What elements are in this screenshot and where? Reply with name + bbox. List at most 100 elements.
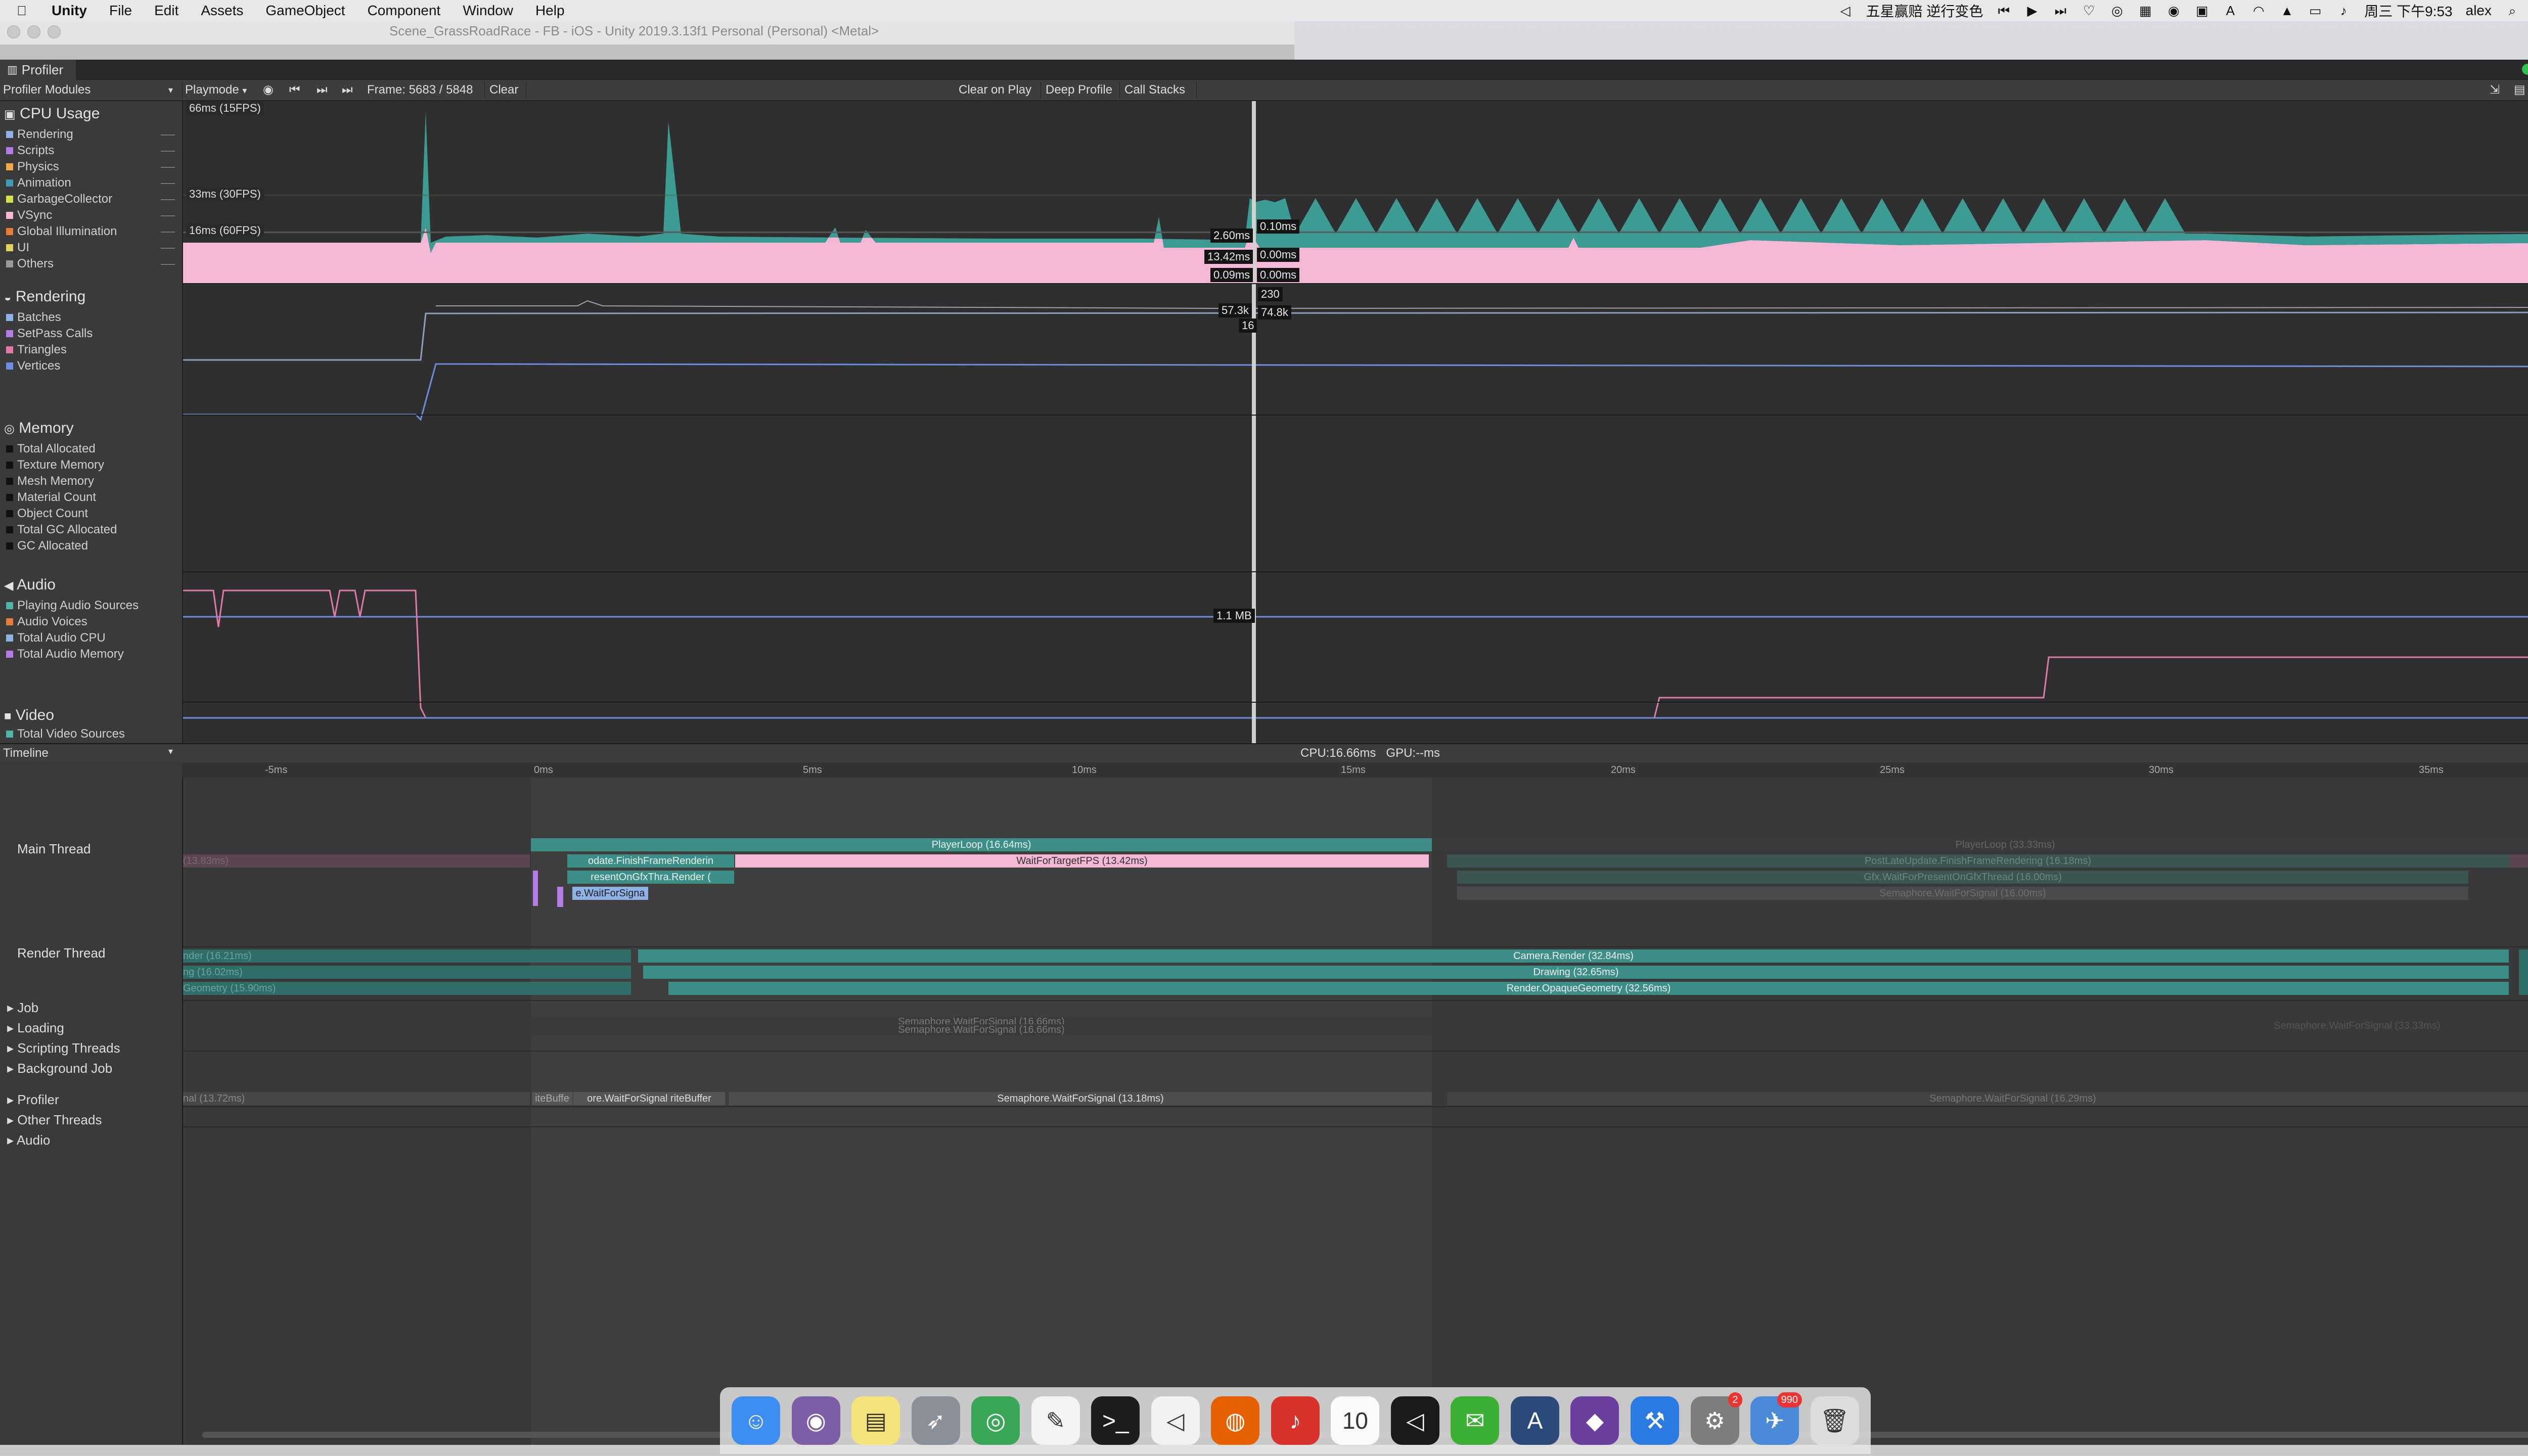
- trash-icon[interactable]: 🗑: [1810, 1396, 1859, 1445]
- group-scripting-threads[interactable]: ▸ Scripting Threads: [7, 1040, 120, 1056]
- render-left-bar-3[interactable]: Geometry (15.90ms): [183, 982, 631, 995]
- instruments-icon[interactable]: A: [1510, 1396, 1559, 1445]
- wechat-icon[interactable]: ✉: [1451, 1396, 1500, 1445]
- xcode-icon[interactable]: ⚒: [1630, 1396, 1679, 1445]
- group-background-job[interactable]: ▸ Background Job: [7, 1061, 112, 1076]
- legend-total-video-sources[interactable]: Total Video Sources: [6, 727, 125, 741]
- zoom-button[interactable]: [48, 25, 61, 38]
- menu-assets[interactable]: Assets: [201, 3, 243, 19]
- launchpad-icon[interactable]: ➶: [911, 1396, 960, 1445]
- battery-icon[interactable]: ▭: [2308, 3, 2323, 18]
- visual-studio-icon[interactable]: ◆: [1570, 1396, 1619, 1445]
- playerloop-bar[interactable]: PlayerLoop (16.64ms): [531, 838, 1432, 851]
- finder-icon[interactable]: ☺: [732, 1396, 781, 1445]
- notes-icon[interactable]: ▤: [851, 1396, 900, 1445]
- timeline-area[interactable]: PlayerLoop (16.64ms) PlayerLoop (33.33ms…: [183, 778, 2528, 1445]
- firefox-icon[interactable]: ◍: [1211, 1396, 1260, 1445]
- chrome-icon[interactable]: ◎: [971, 1396, 1020, 1445]
- user-name[interactable]: alex: [2466, 3, 2492, 19]
- present-gfx-bar[interactable]: resentOnGfxThra.Render (: [567, 871, 734, 884]
- scripts-marker[interactable]: [557, 887, 563, 907]
- thread-render[interactable]: Render Thread: [17, 945, 105, 961]
- airplay-icon[interactable]: ▲: [2279, 3, 2294, 18]
- record-button[interactable]: ◉: [263, 80, 274, 100]
- save-icon[interactable]: ▤: [2514, 80, 2525, 100]
- minimize-button[interactable]: [27, 25, 40, 38]
- grid-icon[interactable]: ▦: [2138, 3, 2153, 18]
- textedit-icon[interactable]: ✎: [1031, 1396, 1080, 1445]
- load-icon[interactable]: ⇲: [2490, 80, 2500, 100]
- profiler-semaphore-bar[interactable]: Semaphore.WaitForSignal (13.18ms): [729, 1092, 1432, 1105]
- gfx-wait-present-bar[interactable]: Gfx.WaitForPresentOnGfxThread (16.00ms): [1457, 871, 2468, 884]
- heart-icon[interactable]: ♡: [2081, 3, 2096, 18]
- post-late-update-bar[interactable]: PostLateUpdate.FinishFrameRendering (16.…: [1447, 854, 2509, 868]
- next-frame-button[interactable]: ⏭: [317, 80, 328, 100]
- finish-frame-rendering-bar[interactable]: odate.FinishFrameRenderin: [567, 854, 734, 868]
- menu-component[interactable]: Component: [368, 3, 441, 19]
- unity-collab-icon[interactable]: ◁: [1838, 3, 1853, 18]
- unity-icon[interactable]: ◁: [1390, 1396, 1439, 1445]
- deep-profile-toggle[interactable]: Deep Profile: [1046, 80, 1112, 100]
- now-playing-text[interactable]: 五星赢赔 逆行变色: [1866, 1, 1983, 21]
- menu-window[interactable]: Window: [463, 3, 513, 19]
- timeline-ruler[interactable]: -5ms 0ms 5ms 10ms 15ms 20ms 25ms 30ms 35…: [182, 762, 2528, 778]
- wait-for-target-fps-bar[interactable]: WaitForTargetFPS (13.42ms): [735, 854, 1429, 868]
- render-left-bar-1[interactable]: nder (16.21ms): [183, 949, 631, 963]
- group-profiler[interactable]: ▸ Profiler: [7, 1092, 59, 1108]
- call-stacks-toggle[interactable]: Call Stacks: [1124, 80, 1185, 100]
- render-right-bar[interactable]: [2519, 949, 2528, 995]
- window-green-dot[interactable]: [2522, 64, 2528, 75]
- calendar-icon[interactable]: 10: [1331, 1396, 1380, 1445]
- playmode-dropdown[interactable]: Playmode ▾: [185, 80, 247, 100]
- wait-for-signal-bar[interactable]: e.WaitForSigna: [572, 887, 648, 900]
- clear-on-play-toggle[interactable]: Clear on Play: [959, 80, 1031, 100]
- profiler-modules-dropdown[interactable]: Profiler Modules ▾: [3, 80, 177, 100]
- clock-text[interactable]: 周三 下午9:53: [2364, 1, 2452, 21]
- status-square-icon[interactable]: ▣: [2194, 3, 2209, 18]
- clear-button[interactable]: Clear: [489, 80, 518, 100]
- text-input-icon[interactable]: A: [2223, 3, 2238, 18]
- group-audio[interactable]: ▸ Audio: [7, 1132, 50, 1148]
- prev-frame-bar[interactable]: (13.83ms): [183, 854, 530, 868]
- current-frame-button[interactable]: ⏭: [342, 80, 353, 100]
- drawing-bar[interactable]: Drawing (32.65ms): [643, 966, 2509, 979]
- close-button[interactable]: [7, 25, 20, 38]
- profiler-left-bar[interactable]: nal (13.72ms): [183, 1092, 530, 1105]
- github-icon[interactable]: ◉: [791, 1396, 840, 1445]
- menu-gameobject[interactable]: GameObject: [265, 3, 345, 19]
- group-job[interactable]: ▸ Job: [7, 1000, 38, 1016]
- profiler-write-buffer-bar[interactable]: iteBuffe: [532, 1092, 572, 1105]
- menu-unity[interactable]: Unity: [52, 3, 87, 19]
- menu-help[interactable]: Help: [535, 3, 565, 19]
- camera-render-bar[interactable]: Camera.Render (32.84ms): [638, 949, 2509, 963]
- previous-track-icon[interactable]: ⏮: [1996, 3, 2011, 18]
- menu-file[interactable]: File: [109, 3, 132, 19]
- status-app-icon[interactable]: ◎: [2109, 3, 2125, 18]
- scripts-marker[interactable]: [533, 871, 538, 906]
- volume-icon[interactable]: ♪: [2336, 3, 2351, 18]
- group-other-threads[interactable]: ▸ Other Threads: [7, 1112, 102, 1128]
- render-left-bar-2[interactable]: ng (16.02ms): [183, 966, 631, 979]
- selected-frame-cursor[interactable]: [1252, 101, 1256, 743]
- semaphore-wait-bar[interactable]: Semaphore.WaitForSignal (16.00ms): [1457, 887, 2468, 900]
- loading-semaphore-bar[interactable]: Semaphore.WaitForSignal (33.33ms): [2205, 1020, 2509, 1031]
- thread-main[interactable]: Main Thread: [17, 841, 91, 857]
- loading-semaphore-bar[interactable]: Semaphore.WaitForSignal (16.66ms): [531, 1024, 1432, 1035]
- terminal-icon[interactable]: >_: [1091, 1396, 1140, 1445]
- unity-hub-icon[interactable]: ◁: [1151, 1396, 1200, 1445]
- next-track-icon[interactable]: ⏭: [2053, 3, 2068, 18]
- view-mode-dropdown[interactable]: Timeline ▾: [3, 746, 177, 760]
- group-loading[interactable]: ▸ Loading: [7, 1020, 64, 1036]
- netease-music-icon[interactable]: ♪: [1271, 1396, 1320, 1445]
- apple-menu-icon[interactable]: : [14, 3, 29, 18]
- previous-frame-button[interactable]: ⏮: [289, 80, 300, 100]
- profiler-wait-signal-bar[interactable]: ore.WaitForSignal riteBuffer: [573, 1092, 725, 1105]
- wechat-status-icon[interactable]: ◉: [2166, 3, 2181, 18]
- profiler-graphs[interactable]: 66ms (15FPS) 33ms (30FPS) 16ms (60FPS) 2…: [183, 101, 2528, 743]
- playerloop-next-bar[interactable]: PlayerLoop (33.33ms): [1432, 838, 2528, 851]
- search-icon[interactable]: ⌕: [2505, 3, 2520, 18]
- system-preferences-icon[interactable]: ⚙ 2: [1690, 1392, 1742, 1445]
- menu-edit[interactable]: Edit: [154, 3, 178, 19]
- tab-profiler[interactable]: ▥ Profiler: [0, 60, 76, 80]
- wifi-icon[interactable]: ◠: [2251, 3, 2266, 18]
